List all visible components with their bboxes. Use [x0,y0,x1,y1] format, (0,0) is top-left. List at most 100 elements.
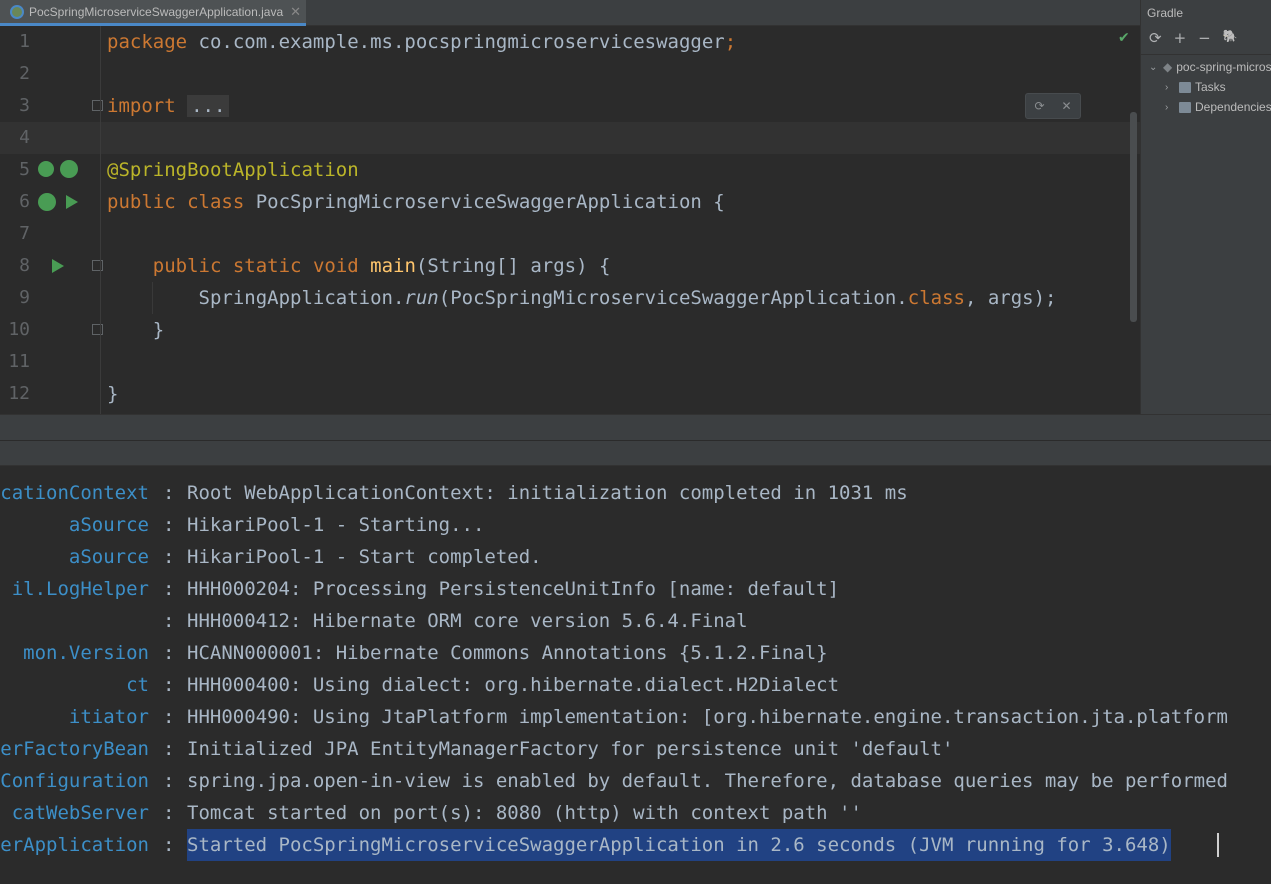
logger-name: cationContext [0,482,149,504]
editor-scrollbar[interactable] [1130,112,1137,322]
console-line: ct: HHH000400: Using dialect: org.hiberna… [0,669,1271,701]
log-separator: : [163,834,175,856]
editor-tab-bar: PocSpringMicroserviceSwaggerApplication.… [0,0,1140,26]
log-message: HHH000400: Using dialect: org.hibernate.… [187,674,840,696]
chevron-down-icon[interactable]: ⌄ [1149,62,1159,73]
remove-icon[interactable]: − [1198,29,1211,47]
close-icon[interactable]: ✕ [290,4,301,20]
spring-bean-icon[interactable] [38,193,56,211]
spring-boot-icon[interactable] [60,160,78,178]
elephant-icon[interactable]: 🐘 [1223,29,1238,47]
annotation: @SpringBootApplication [107,159,359,181]
line-number: 5 [19,159,30,180]
static-method: run [404,287,439,309]
code-line-5: 5 @SpringBootApplication [0,154,1140,186]
logger-name: il.LogHelper [11,578,149,600]
editor-tab[interactable]: PocSpringMicroserviceSwaggerApplication.… [0,0,306,26]
log-message: Root WebApplicationContext: initializati… [187,482,908,504]
keyword: static [232,255,302,277]
logger-name: ct [126,674,149,696]
code-line-10: 10 } [0,314,1140,346]
line-number: 6 [19,191,30,212]
gradle-panel: Gradle ⟳ + − 🐘 ⌄ ◆ poc-spring-microservi… [1140,0,1271,414]
fold-expand-icon[interactable] [92,100,103,111]
logger-name: itiator [68,706,149,728]
reload-icon[interactable]: ⟳ [1149,29,1162,47]
fold-end-icon[interactable] [92,324,103,335]
indent-guide [152,282,153,314]
log-message: spring.jpa.open-in-view is enabled by de… [187,770,1228,792]
gradle-project-root[interactable]: ⌄ ◆ poc-spring-microservice-swagger [1149,60,1271,74]
console-line: aSource: HikariPool-1 - Start completed. [0,541,1271,573]
elephant-icon: ◆ [1163,60,1173,74]
semicolon: ; [724,31,737,53]
line-number: 11 [8,351,30,372]
project-name: poc-spring-microservice-swagger [1176,60,1271,74]
keyword: class [187,191,245,213]
gradle-dependencies-node[interactable]: › Dependencies [1165,100,1271,114]
line-number: 3 [19,95,30,116]
gradle-title: Gradle [1147,6,1184,20]
folder-icon [1179,81,1191,93]
code-line-4: 4 [0,122,1140,154]
chevron-right-icon[interactable]: › [1165,102,1175,113]
inlay-popup[interactable]: ⟳ ✕ [1025,93,1081,119]
code-line-9: 9 SpringApplication.run(PocSpringMicrose… [0,282,1140,314]
gradle-toolbar: ⟳ + − 🐘 [1149,29,1238,47]
line-number: 2 [19,63,30,84]
console-line: itiator: HHH000490: Using JtaPlatform imp… [0,701,1271,733]
check-icon[interactable]: ✔ [1118,30,1130,46]
line-number: 12 [8,383,30,404]
code-line-7: 7 [0,218,1140,250]
tasks-label: Tasks [1195,80,1226,94]
console-line: Configuration: spring.jpa.open-in-view is… [0,765,1271,797]
log-separator: : [163,770,175,792]
logger-name: erApplication [0,834,149,856]
refresh-icon[interactable]: ⟳ [1034,99,1044,113]
fold-collapse-icon[interactable] [92,260,103,271]
closing-brace: } [107,383,119,405]
console-line: il.LogHelper: HHH000204: Processing Persi… [0,573,1271,605]
log-separator: : [163,514,175,536]
class-declaration: PocSpringMicroserviceSwaggerApplication … [244,191,725,213]
logger-name: catWebServer [11,802,149,824]
text-cursor [1217,833,1219,857]
log-separator: : [163,546,175,568]
console-line: aSource: HikariPool-1 - Starting... [0,509,1271,541]
chevron-right-icon[interactable]: › [1165,82,1175,93]
tab-filename: PocSpringMicroserviceSwaggerApplication.… [29,4,284,19]
close-icon[interactable]: ✕ [1061,99,1071,113]
keyword: void [312,255,359,277]
log-message: HHH000490: Using JtaPlatform implementat… [187,706,1228,728]
spring-class-icon [10,4,24,19]
class-ref: SpringApplication. [198,287,405,309]
code-editor[interactable]: 1 package co.com.example.ms.pocspringmic… [0,26,1140,414]
log-separator: : [163,802,175,824]
spring-bean-search-icon[interactable] [38,161,54,177]
line-number: 4 [19,127,30,148]
selected-log-message: Started PocSpringMicroserviceSwaggerAppl… [187,829,1171,861]
log-separator: : [163,610,175,632]
gradle-separator [1141,54,1271,55]
run-console[interactable]: cationContext: Root WebApplicationContext… [0,466,1271,884]
console-line: : HHH000412: Hibernate ORM core version 5… [0,605,1271,637]
run-main-icon[interactable] [52,259,64,273]
ide-window: PocSpringMicroserviceSwaggerApplication.… [0,0,1271,884]
package-name: co.com.example.ms.pocspringmicroservices… [187,31,725,53]
gradle-tasks-node[interactable]: › Tasks [1165,80,1226,94]
dependencies-icon [1179,101,1191,113]
code-line-2: 2 [0,58,1140,90]
keyword: public [152,255,222,277]
code-line-8: 8 public static void main(String[] args)… [0,250,1140,282]
method-params: (String[] args) { [415,255,611,277]
call-args: (PocSpringMicroserviceSwaggerApplication… [438,287,908,309]
add-icon[interactable]: + [1174,29,1187,47]
console-line: mon.Version: HCANN000001: Hibernate Commo… [0,637,1271,669]
code-line-1: 1 package co.com.example.ms.pocspringmic… [0,26,1140,58]
log-separator: : [163,738,175,760]
folded-imports[interactable]: ... [187,95,230,117]
line-number: 9 [19,287,30,308]
run-class-icon[interactable] [66,195,78,209]
log-message: HHH000412: Hibernate ORM core version 5.… [187,610,748,632]
line-number: 8 [19,255,30,276]
